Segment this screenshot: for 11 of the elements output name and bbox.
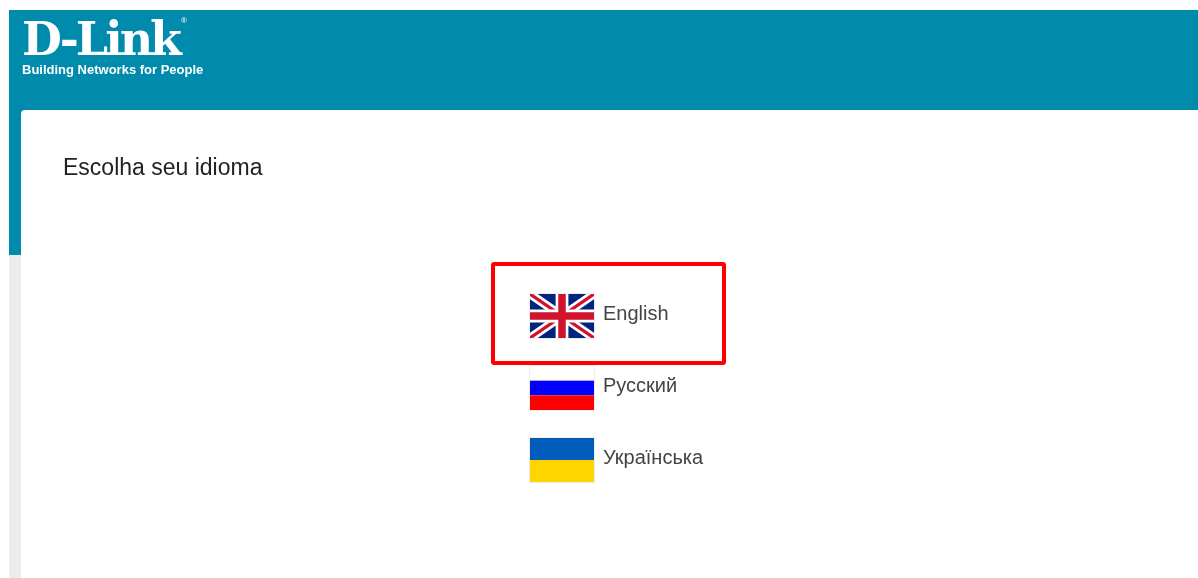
tricolor-flag-icon	[530, 366, 594, 410]
bicolor-flag-icon	[530, 438, 594, 482]
language-label: English	[603, 301, 669, 325]
union-flag-icon	[530, 294, 594, 338]
registered-mark: ®	[181, 16, 187, 25]
logo-wordmark: D-Link	[22, 16, 179, 62]
logo-tagline: Building Networks for People	[22, 62, 205, 78]
language-label: Русский	[603, 373, 678, 397]
language-label: Українська	[603, 445, 704, 469]
page-title: Escolha seu idioma	[63, 154, 264, 180]
language-option[interactable]: English	[491, 262, 726, 365]
